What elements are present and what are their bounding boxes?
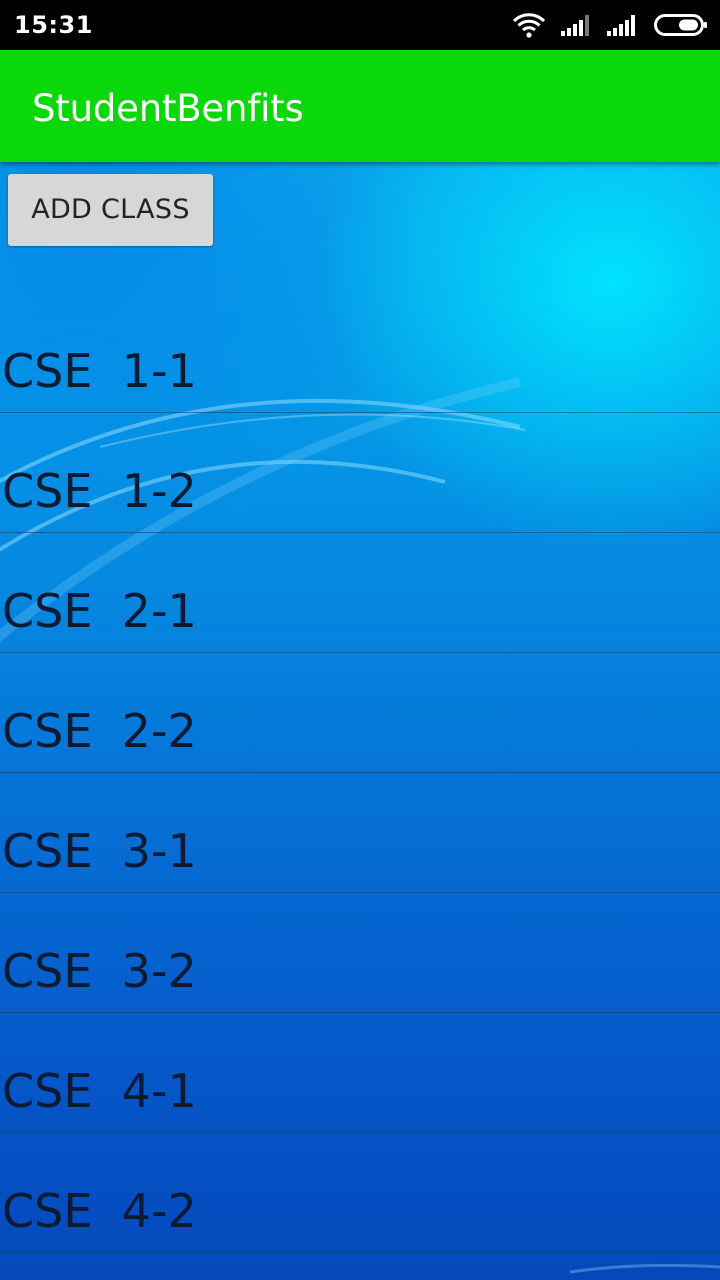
status-bar: 15:31 xyxy=(0,0,720,50)
class-label: CSE 3-1 xyxy=(2,824,197,878)
list-item[interactable]: CSE 1-2 xyxy=(0,413,720,533)
list-item[interactable]: CSE 2-1 xyxy=(0,533,720,653)
list-item[interactable]: CSE 3-2 xyxy=(0,893,720,1013)
class-label: CSE 2-1 xyxy=(2,584,197,638)
class-label: CSE 1-2 xyxy=(2,464,197,518)
app-bar: StudentBenfits xyxy=(0,50,720,162)
app-title: StudentBenfits xyxy=(32,87,304,130)
screen: 15:31 StudentBenfits ADD CLASS CSE 1-1 C… xyxy=(0,0,720,1280)
signal-icon xyxy=(606,13,640,37)
wifi-icon xyxy=(512,12,546,38)
list-item[interactable]: CSE 2-2 xyxy=(0,653,720,773)
status-time: 15:31 xyxy=(14,11,93,39)
class-label: CSE 3-2 xyxy=(2,944,197,998)
class-list: CSE 1-1 CSE 1-2 CSE 2-1 CSE 2-2 CSE 3-1 … xyxy=(0,293,720,1253)
list-item[interactable]: CSE 4-1 xyxy=(0,1013,720,1133)
class-label: CSE 2-2 xyxy=(2,704,197,758)
class-label: CSE 4-1 xyxy=(2,1064,197,1118)
battery-icon xyxy=(654,13,708,37)
class-label: CSE 4-2 xyxy=(2,1184,197,1238)
list-item[interactable]: CSE 4-2 xyxy=(0,1133,720,1253)
add-class-button[interactable]: ADD CLASS xyxy=(8,174,213,246)
list-item[interactable]: CSE 3-1 xyxy=(0,773,720,893)
content-area: ADD CLASS CSE 1-1 CSE 1-2 CSE 2-1 CSE 2-… xyxy=(0,162,720,1280)
list-item[interactable]: CSE 1-1 xyxy=(0,293,720,413)
signal-icon xyxy=(560,13,594,37)
class-label: CSE 1-1 xyxy=(2,344,197,398)
status-icons xyxy=(512,12,708,38)
